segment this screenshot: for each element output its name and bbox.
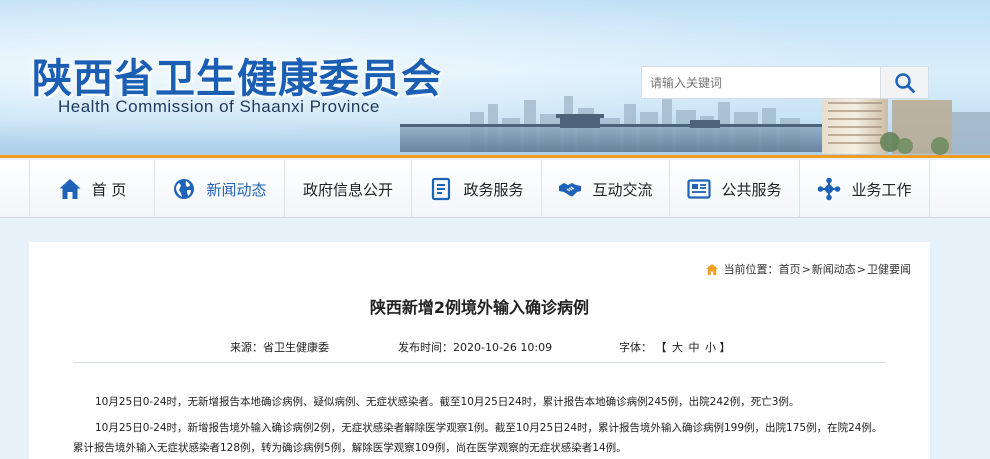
font-bracket-close: 】 (719, 341, 731, 354)
search-input[interactable] (641, 66, 881, 99)
breadcrumb-prefix: 当前位置： (723, 263, 779, 276)
font-size-small[interactable]: 小 (705, 341, 716, 354)
search-button[interactable] (881, 66, 929, 99)
nav-item-label: 新闻动态 (206, 180, 267, 199)
site-title: 陕西省卫生健康委员会 (32, 55, 442, 102)
site-subtitle: Health Commission of Shaanxi Province (58, 97, 380, 116)
font-label: 字体： (619, 341, 652, 354)
breadcrumb: 当前位置： 首页 > 新闻动态 > 卫健要闻 (705, 261, 911, 277)
breadcrumb-link-health-news[interactable]: 卫健要闻 (867, 261, 911, 277)
nav-item-news[interactable]: 新闻动态 (155, 160, 285, 218)
font-size-medium[interactable]: 中 (689, 341, 700, 354)
banner-accent-stripe (0, 155, 990, 158)
breadcrumb-link-home[interactable]: 首页 (779, 261, 801, 277)
breadcrumb-separator: > (856, 262, 866, 276)
network-icon (818, 177, 841, 201)
nav-item-label: 政务服务 (463, 180, 524, 199)
breadcrumb-separator: > (801, 262, 811, 276)
article-paragraph: 10月25日0-24时，新增报告境外输入确诊病例2例，无症状感染者解除医学观察1… (73, 422, 883, 454)
globe-icon (174, 179, 195, 199)
font-size-switcher: 字体： 【 大 中 小 】 (619, 339, 731, 355)
search-icon (894, 72, 915, 93)
nav-item-label: 政府信息公开 (302, 180, 393, 199)
source-label: 来源： (230, 341, 263, 354)
nav-item-gov-info[interactable]: 政府信息公开 (285, 160, 412, 218)
handshake-icon (559, 183, 582, 197)
nav-item-label: 互动交流 (592, 180, 653, 199)
article-title: 陕西新增2例境外输入确诊病例 (369, 298, 590, 317)
home-icon (59, 179, 81, 199)
breadcrumb-home-icon (705, 263, 718, 275)
font-bracket-open: 【 (655, 341, 667, 354)
nav-item-interaction[interactable]: 互动交流 (542, 160, 670, 218)
nav-item-home[interactable]: 首 页 (29, 160, 155, 218)
nav-item-label: 业务工作 (851, 180, 912, 199)
nav-item-label: 公共服务 (721, 180, 782, 199)
nav-item-public-services[interactable]: 公共服务 (670, 160, 800, 218)
header-banner: 陕西省卫生健康委员会 Health Commission of Shaanxi … (0, 0, 990, 158)
nav-item-business[interactable]: 业务工作 (800, 160, 930, 218)
date-value: 2020-10-26 10:09 (453, 341, 553, 354)
article-date: 发布时间：2020-10-26 10:09 (398, 339, 552, 355)
article-paragraph: 10月25日0-24时，无新增报告本地确诊病例、疑似病例、无症状感染者。截至10… (95, 396, 800, 408)
font-size-large[interactable]: 大 (672, 341, 683, 354)
source-value: 省卫生健康委 (263, 341, 329, 354)
document-icon (432, 177, 451, 201)
nav-item-label: 首 页 (91, 180, 127, 199)
date-label: 发布时间： (398, 341, 453, 354)
newspaper-icon (687, 179, 712, 199)
main-nav: 首 页 新闻动态 政府信息公开 政务服务 互动交流 公共服务 业务工作 (0, 160, 990, 218)
nav-item-gov-services[interactable]: 政务服务 (412, 160, 542, 218)
breadcrumb-link-news[interactable]: 新闻动态 (812, 261, 856, 277)
meta-divider (73, 362, 886, 363)
article-panel: 当前位置： 首页 > 新闻动态 > 卫健要闻 陕西新增2例境外输入确诊病例 来源… (29, 242, 930, 459)
article-source: 来源：省卫生健康委 (230, 339, 329, 355)
